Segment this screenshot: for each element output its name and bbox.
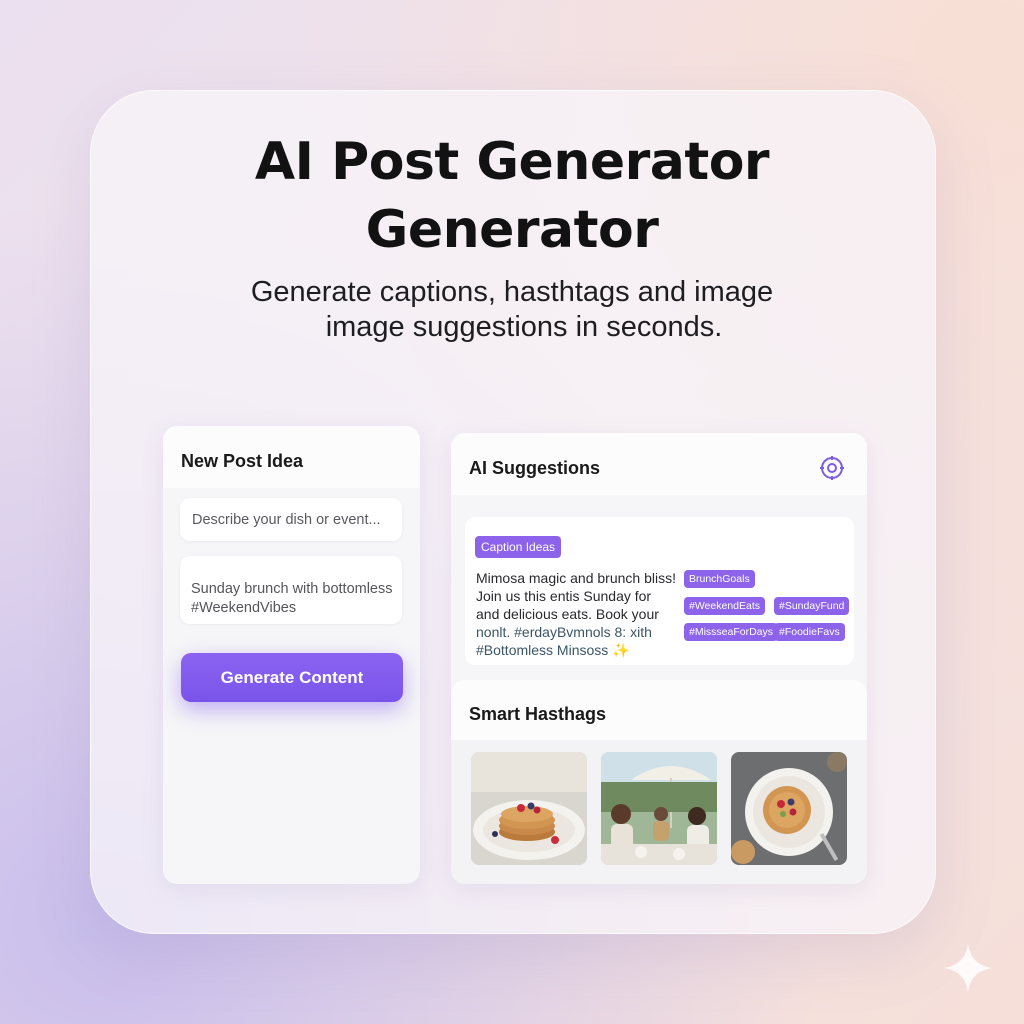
hashtag-chip[interactable]: #SundayFund — [774, 597, 850, 615]
pancakes-topdown-image[interactable] — [731, 752, 847, 865]
caption-line: Mimosa magic and brunch bliss! — [476, 570, 676, 586]
hashtag-chip[interactable]: BrunchGoals — [684, 570, 755, 588]
post-idea-value: Sunday brunch with bottomless #WeekendVi… — [191, 581, 393, 616]
page-title: AI Post Generator — [254, 132, 770, 192]
caption-ideas-badge: Caption Ideas — [475, 536, 562, 558]
description-input[interactable] — [180, 498, 404, 541]
generate-content-button[interactable]: Generate Content — [181, 653, 403, 702]
ai-suggestions-heading: AI Suggestions — [469, 458, 601, 478]
description-field-wrapper — [180, 498, 404, 541]
caption-line: and delicious eats. Book your — [476, 606, 659, 622]
caption-line: #Bottomless Minsoss ✨ — [476, 642, 630, 658]
page-subtitle: Generate captions, hasthtags and image — [250, 276, 774, 308]
ai-suggestions-header: AI Suggestions — [451, 433, 867, 495]
caption-ideas-card: Caption Ideas Mimosa magic and brunch bl… — [465, 517, 854, 665]
new-post-heading: New Post Idea — [163, 426, 420, 488]
hashtag-chip[interactable]: #FoodieFavs — [774, 623, 845, 641]
page-subtitle-line2: image suggestions in seconds. — [325, 311, 723, 343]
new-post-panel: New Post Idea Sunday brunch with bottoml… — [163, 426, 420, 884]
ai-suggestions-panel: AI Suggestions Caption Ideas Mimosa magi… — [451, 433, 867, 884]
outdoor-brunch-image[interactable] — [601, 752, 717, 865]
caption-text: Mimosa magic and brunch bliss! Join us t… — [476, 569, 682, 659]
smart-hashtags-card: Smart Hasthags — [451, 680, 867, 884]
settings-icon[interactable] — [819, 455, 845, 481]
sparkle-icon — [944, 944, 992, 992]
caption-line: nonlt. #erdayBvmnols 8: xith — [476, 624, 652, 640]
caption-line: Join us this entis Sunday for — [476, 588, 652, 604]
post-idea-field[interactable]: Sunday brunch with bottomless #WeekendVi… — [180, 556, 402, 624]
hashtag-chip[interactable]: #WeekendEats — [684, 597, 766, 615]
page-title-line2: Generator — [365, 200, 659, 260]
smart-hashtags-heading: Smart Hasthags — [451, 680, 867, 740]
pancakes-plate-image[interactable] — [471, 752, 587, 865]
hashtag-chip[interactable]: #MissseaForDays — [684, 623, 779, 641]
